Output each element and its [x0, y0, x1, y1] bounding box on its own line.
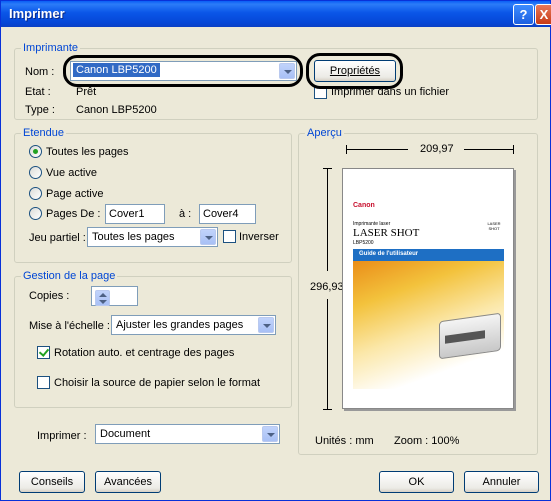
range-all-pages-radio[interactable]: [29, 145, 42, 158]
doc-guide-band: Guide de l'utilisateur: [353, 249, 504, 261]
cancel-button[interactable]: Annuler: [464, 471, 539, 493]
printer-status-label: Etat :: [25, 86, 51, 98]
copies-spinner[interactable]: 1: [91, 286, 138, 306]
pages-to-label: à :: [179, 208, 192, 220]
chevron-down-icon[interactable]: [200, 229, 216, 245]
help-button[interactable]: ?: [513, 4, 534, 25]
close-button[interactable]: X: [535, 4, 551, 25]
autorotate-label[interactable]: Rotation auto. et centrage des pages: [54, 347, 234, 359]
autorotate-checkbox[interactable]: [37, 346, 50, 359]
subset-select[interactable]: Toutes les pages: [87, 227, 218, 247]
width-dimension-line: [346, 149, 408, 150]
title-bar: Imprimer ? X: [1, 1, 551, 27]
paper-source-label[interactable]: Choisir la source de papier selon le for…: [54, 377, 260, 389]
preview-group-title: Aperçu: [305, 127, 344, 139]
printer-group-title: Imprimante: [21, 42, 81, 54]
preview-page: Canon Imprimante laser LASER SHOT LBP520…: [342, 168, 514, 409]
window-title: Imprimer: [9, 6, 65, 21]
preview-height: 296,93: [310, 281, 344, 293]
preview-units: Unités : mm: [315, 435, 374, 447]
chevron-down-icon[interactable]: [262, 426, 278, 442]
advanced-button[interactable]: Avancées: [95, 471, 161, 493]
doc-logo: LASER SHOT: [487, 221, 501, 231]
print-what-label: Imprimer :: [37, 430, 87, 442]
range-pages-label[interactable]: Pages De :: [46, 208, 100, 220]
tips-button[interactable]: Conseils: [19, 471, 85, 493]
page-handling-group-title: Gestion de la page: [21, 270, 118, 282]
printer-name-highlight: [63, 55, 303, 87]
range-current-page-radio[interactable]: [29, 187, 42, 200]
scaling-label: Mise à l'échelle :: [29, 320, 110, 332]
range-pages-radio[interactable]: [29, 207, 42, 220]
printer-type-label: Type :: [25, 104, 55, 116]
range-current-page-label[interactable]: Page active: [46, 188, 103, 200]
printer-status-value: Prêt: [76, 86, 97, 98]
doc-brand: Canon: [353, 202, 375, 209]
range-group-title: Etendue: [21, 127, 66, 139]
chevron-down-icon[interactable]: [258, 317, 274, 333]
doc-title: LASER SHOT: [353, 227, 420, 239]
spinner-arrows-icon[interactable]: [95, 290, 110, 306]
range-current-view-label[interactable]: Vue active: [46, 167, 97, 179]
range-current-view-radio[interactable]: [29, 166, 42, 179]
copies-label: Copies :: [29, 290, 70, 302]
printer-name-label: Nom :: [25, 66, 55, 78]
print-dialog: Imprimer ? X Imprimante Nom : Canon LBP5…: [0, 0, 551, 501]
pages-to-input[interactable]: Cover4: [199, 204, 256, 224]
properties-highlight: [306, 53, 403, 89]
preview-zoom: Zoom : 100%: [394, 435, 460, 447]
preview-width: 209,97: [420, 143, 454, 155]
reverse-checkbox[interactable]: [223, 230, 236, 243]
ok-button[interactable]: OK: [379, 471, 454, 493]
range-all-pages-label[interactable]: Toutes les pages: [46, 146, 129, 158]
doc-cover-image: Guide de l'utilisateur: [353, 249, 504, 389]
height-dimension-line: [327, 168, 328, 271]
paper-source-checkbox[interactable]: [37, 376, 50, 389]
pages-from-input[interactable]: Cover1: [105, 204, 165, 224]
doc-model: LBP5200: [353, 240, 374, 246]
printer-type-value: Canon LBP5200: [76, 104, 157, 116]
scaling-select[interactable]: Ajuster les grandes pages: [111, 315, 276, 335]
reverse-label[interactable]: Inverser: [239, 231, 279, 243]
print-what-select[interactable]: Document: [95, 424, 280, 444]
subset-label: Jeu partiel :: [29, 232, 86, 244]
